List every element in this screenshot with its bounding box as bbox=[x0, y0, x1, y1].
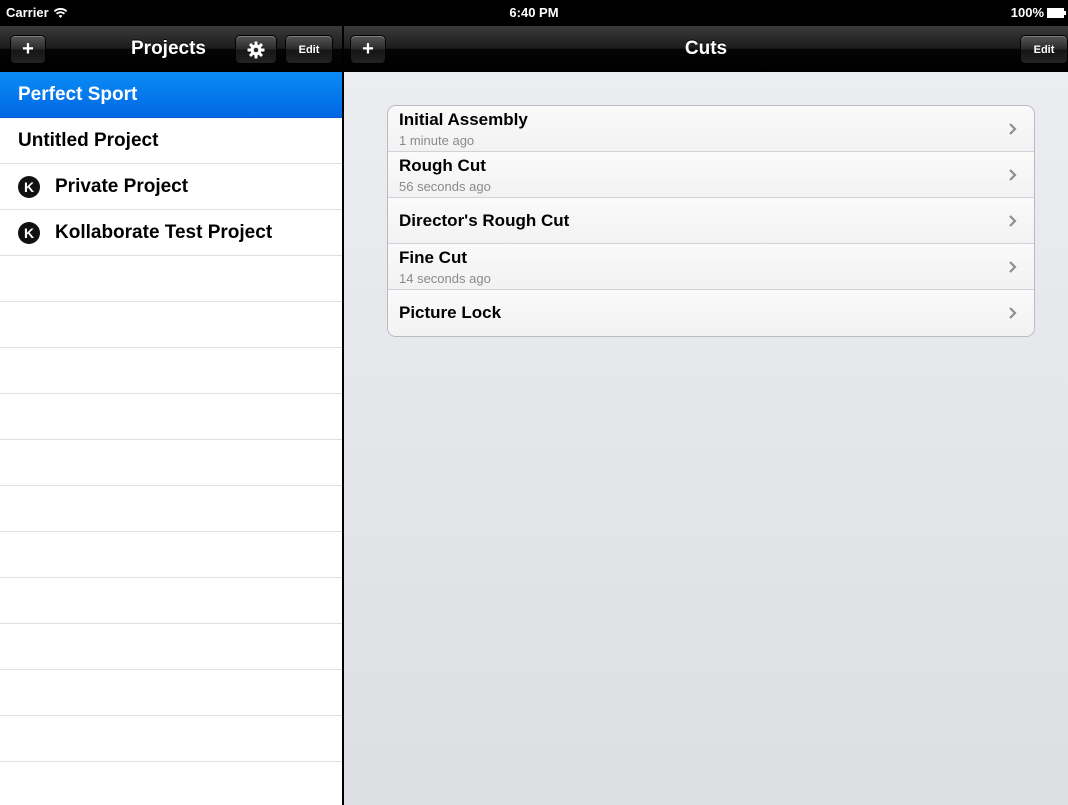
project-label: Perfect Sport bbox=[18, 83, 138, 105]
edit-cuts-button[interactable]: Edit bbox=[1020, 35, 1068, 64]
chevron-right-icon bbox=[1009, 261, 1017, 273]
cut-timestamp: 56 seconds ago bbox=[399, 179, 491, 194]
battery-percent: 100% bbox=[1010, 5, 1044, 20]
empty-row bbox=[0, 762, 342, 805]
empty-row bbox=[0, 578, 342, 624]
clock: 6:40 PM bbox=[509, 5, 559, 20]
cut-timestamp: 14 seconds ago bbox=[399, 271, 491, 286]
edit-projects-button[interactable]: Edit bbox=[285, 35, 333, 64]
cut-title: Rough Cut bbox=[399, 156, 486, 175]
settings-button[interactable] bbox=[235, 35, 277, 64]
cut-title: Director's Rough Cut bbox=[399, 211, 570, 230]
cut-item-directors-rough-cut[interactable]: Director's Rough Cut bbox=[388, 198, 1034, 244]
project-item-kollaborate-test-project[interactable]: K Kollaborate Test Project bbox=[0, 210, 342, 256]
empty-row bbox=[0, 348, 342, 394]
edit-label: Edit bbox=[1033, 43, 1055, 56]
projects-navbar: + Projects Edit bbox=[0, 26, 342, 72]
cut-item-picture-lock[interactable]: Picture Lock bbox=[388, 290, 1034, 336]
cut-item-fine-cut[interactable]: Fine Cut 14 seconds ago bbox=[388, 244, 1034, 290]
ipad-screen: Carrier 6:40 PM 100% + Projects Edit Per… bbox=[0, 0, 1068, 805]
cut-item-rough-cut[interactable]: Rough Cut 56 seconds ago bbox=[388, 152, 1034, 198]
project-label: Kollaborate Test Project bbox=[55, 221, 273, 243]
empty-row bbox=[0, 532, 342, 578]
kollaborate-icon: K bbox=[18, 175, 40, 198]
empty-row bbox=[0, 256, 342, 302]
kollaborate-icon: K bbox=[18, 221, 40, 244]
project-label: Private Project bbox=[55, 175, 189, 197]
chevron-right-icon bbox=[1009, 307, 1017, 319]
empty-row bbox=[0, 670, 342, 716]
battery-icon bbox=[1047, 7, 1066, 18]
chevron-right-icon bbox=[1009, 169, 1017, 181]
cut-timestamp: 1 minute ago bbox=[399, 133, 475, 148]
cut-title: Initial Assembly bbox=[399, 110, 528, 129]
cuts-navbar: + Cuts Edit bbox=[344, 26, 1068, 72]
cuts-list: Initial Assembly 1 minute ago Rough Cut … bbox=[387, 105, 1035, 337]
empty-row bbox=[0, 716, 342, 762]
empty-row bbox=[0, 440, 342, 486]
plus-icon: + bbox=[22, 38, 34, 60]
empty-row bbox=[0, 394, 342, 440]
cut-title: Picture Lock bbox=[399, 303, 502, 322]
edit-label: Edit bbox=[298, 43, 320, 56]
projects-pane: + Projects Edit Perfect Sport Untitled P… bbox=[0, 26, 342, 805]
cuts-pane: + Cuts Edit Initial Assembly 1 minute ag… bbox=[344, 26, 1068, 805]
empty-row bbox=[0, 624, 342, 670]
project-item-untitled-project[interactable]: Untitled Project bbox=[0, 118, 342, 164]
chevron-right-icon bbox=[1009, 123, 1017, 135]
project-label: Untitled Project bbox=[18, 129, 159, 151]
projects-list: Perfect Sport Untitled Project K Private… bbox=[0, 72, 342, 805]
gear-icon bbox=[247, 41, 265, 58]
status-bar: Carrier 6:40 PM 100% bbox=[0, 0, 1068, 26]
battery-indicator: 100% bbox=[1010, 5, 1066, 20]
project-item-perfect-sport[interactable]: Perfect Sport bbox=[0, 72, 342, 118]
cut-item-initial-assembly[interactable]: Initial Assembly 1 minute ago bbox=[388, 106, 1034, 152]
empty-row bbox=[0, 486, 342, 532]
empty-row bbox=[0, 302, 342, 348]
project-item-private-project[interactable]: K Private Project bbox=[0, 164, 342, 210]
cut-title: Fine Cut bbox=[399, 248, 467, 267]
add-project-button[interactable]: + bbox=[10, 35, 46, 64]
projects-title: Projects bbox=[131, 38, 206, 59]
chevron-right-icon bbox=[1009, 215, 1017, 227]
cuts-title: Cuts bbox=[684, 38, 728, 59]
